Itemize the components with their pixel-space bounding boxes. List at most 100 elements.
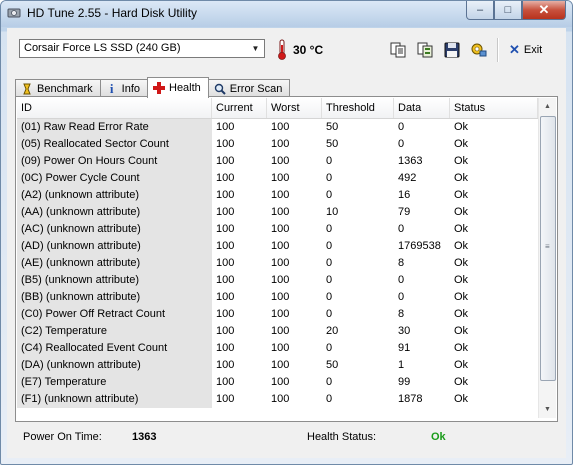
cell-data: 8 xyxy=(398,308,405,320)
vertical-scrollbar[interactable]: ▲ ≡ ▼ xyxy=(538,98,556,418)
cell-worst: 100 xyxy=(271,172,290,184)
cell-threshold: 20 xyxy=(326,325,339,337)
power-on-time-label: Power On Time: xyxy=(23,431,102,443)
cell-threshold: 10 xyxy=(326,206,339,218)
cell-current: 100 xyxy=(216,206,235,218)
cell-status: Ok xyxy=(454,342,469,354)
window-title: HD Tune 2.55 - Hard Disk Utility xyxy=(27,6,198,20)
app-window: HD Tune 2.55 - Hard Disk Utility – □ ✕ C… xyxy=(0,0,573,465)
table-row[interactable]: (BB) (unknown attribute) 100 100 0 0 Ok xyxy=(17,289,538,306)
cell-data: 1878 xyxy=(398,393,423,405)
cell-status: Ok xyxy=(454,223,469,235)
table-row[interactable]: (AC) (unknown attribute) 100 100 0 0 Ok xyxy=(17,221,538,238)
status-footer: Power On Time: 1363 Health Status: Ok xyxy=(7,421,566,455)
column-header-status[interactable]: Status xyxy=(450,98,538,118)
table-row[interactable]: (A2) (unknown attribute) 100 100 0 16 Ok xyxy=(17,187,538,204)
table-row[interactable]: (05) Reallocated Sector Count 100 100 50 0 Ok xyxy=(17,136,538,153)
scroll-up-icon[interactable]: ▲ xyxy=(539,98,556,115)
cell-id: (C2) Temperature xyxy=(17,323,212,340)
cell-current: 100 xyxy=(216,189,235,201)
drive-select[interactable]: Corsair Force LS SSD (240 GB) ▼ xyxy=(19,39,265,58)
cell-current: 100 xyxy=(216,359,235,371)
info-icon: i xyxy=(109,80,114,96)
cell-threshold: 0 xyxy=(326,172,333,184)
title-bar[interactable]: HD Tune 2.55 - Hard Disk Utility – □ ✕ xyxy=(1,1,572,27)
cell-id: (F1) (unknown attribute) xyxy=(17,391,212,408)
benchmark-icon xyxy=(21,83,33,95)
table-row[interactable]: (F1) (unknown attribute) 100 100 0 1878 Ok xyxy=(17,391,538,408)
cell-worst: 100 xyxy=(271,155,290,167)
table-row[interactable]: (AE) (unknown attribute) 100 100 0 8 Ok xyxy=(17,255,538,272)
close-button[interactable]: ✕ xyxy=(522,1,566,20)
cell-worst: 100 xyxy=(271,240,290,252)
tab-health[interactable]: Health xyxy=(147,77,209,98)
cell-id: (AD) (unknown attribute) xyxy=(17,238,212,255)
cell-status: Ok xyxy=(454,138,469,150)
cell-status: Ok xyxy=(454,121,469,133)
cell-current: 100 xyxy=(216,376,235,388)
cell-threshold: 0 xyxy=(326,274,333,286)
maximize-button[interactable]: □ xyxy=(494,1,522,20)
column-header-worst[interactable]: Worst xyxy=(267,98,322,118)
cell-threshold: 0 xyxy=(326,223,333,235)
table-row[interactable]: (E7) Temperature 100 100 0 99 Ok xyxy=(17,374,538,391)
table-row[interactable]: (B5) (unknown attribute) 100 100 0 0 Ok xyxy=(17,272,538,289)
table-row[interactable]: (DA) (unknown attribute) 100 100 50 1 Ok xyxy=(17,357,538,374)
cell-data: 79 xyxy=(398,206,411,218)
scroll-down-icon[interactable]: ▼ xyxy=(539,401,556,418)
cell-id: (05) Reallocated Sector Count xyxy=(17,136,212,153)
copy-icon[interactable] xyxy=(389,41,407,59)
scrollbar-thumb[interactable]: ≡ xyxy=(540,116,556,381)
cell-threshold: 0 xyxy=(326,155,333,167)
column-header-threshold[interactable]: Threshold xyxy=(322,98,394,118)
table-row[interactable]: (0C) Power Cycle Count 100 100 0 492 Ok xyxy=(17,170,538,187)
cell-current: 100 xyxy=(216,121,235,133)
cell-threshold: 0 xyxy=(326,308,333,320)
exit-button[interactable]: ✕ Exit xyxy=(509,42,542,58)
cell-status: Ok xyxy=(454,359,469,371)
power-on-time-value: 1363 xyxy=(132,431,157,443)
table-row[interactable]: (C4) Reallocated Event Count 100 100 0 91 Ok xyxy=(17,340,538,357)
cell-threshold: 0 xyxy=(326,257,333,269)
tab-strip: Benchmark i Info Health Error Scan xyxy=(15,77,291,98)
cell-current: 100 xyxy=(216,257,235,269)
table-row[interactable]: (C2) Temperature 100 100 20 30 Ok xyxy=(17,323,538,340)
table-row[interactable]: (C0) Power Off Retract Count 100 100 0 8 Ok xyxy=(17,306,538,323)
cell-threshold: 50 xyxy=(326,359,339,371)
cell-current: 100 xyxy=(216,342,235,354)
column-header-data[interactable]: Data xyxy=(394,98,450,118)
save-icon[interactable] xyxy=(443,41,461,59)
health-icon xyxy=(153,82,165,94)
cell-status: Ok xyxy=(454,308,469,320)
exit-label: Exit xyxy=(523,44,543,56)
copy-all-icon[interactable] xyxy=(416,41,434,59)
cell-status: Ok xyxy=(454,155,469,167)
table-row[interactable]: (01) Raw Read Error Rate 100 100 50 0 Ok xyxy=(17,119,538,136)
app-icon xyxy=(7,8,21,18)
table-row[interactable]: (AA) (unknown attribute) 100 100 10 79 Ok xyxy=(17,204,538,221)
cell-current: 100 xyxy=(216,393,235,405)
cell-threshold: 0 xyxy=(326,240,333,252)
tab-benchmark[interactable]: Benchmark xyxy=(15,79,101,97)
options-icon[interactable] xyxy=(470,41,488,59)
tab-info[interactable]: i Info xyxy=(99,79,148,97)
cell-worst: 100 xyxy=(271,393,290,405)
cell-status: Ok xyxy=(454,257,469,269)
cell-threshold: 0 xyxy=(326,376,333,388)
cell-current: 100 xyxy=(216,223,235,235)
cell-status: Ok xyxy=(454,172,469,184)
cell-threshold: 0 xyxy=(326,342,333,354)
column-header-id[interactable]: ID xyxy=(17,98,212,118)
tab-label: Health xyxy=(169,82,201,94)
table-row[interactable]: (09) Power On Hours Count 100 100 0 1363 Ok xyxy=(17,153,538,170)
table-row[interactable]: (AD) (unknown attribute) 100 100 0 1769538 Ok xyxy=(17,238,538,255)
cell-threshold: 0 xyxy=(326,393,333,405)
chevron-down-icon[interactable]: ▼ xyxy=(247,40,264,57)
minimize-button[interactable]: – xyxy=(466,1,494,20)
cell-worst: 100 xyxy=(271,325,290,337)
column-header-current[interactable]: Current xyxy=(212,98,267,118)
cell-worst: 100 xyxy=(271,291,290,303)
thermometer-icon xyxy=(278,39,286,60)
drive-select-value: Corsair Force LS SSD (240 GB) xyxy=(24,42,181,54)
tab-error-scan[interactable]: Error Scan xyxy=(207,79,291,97)
